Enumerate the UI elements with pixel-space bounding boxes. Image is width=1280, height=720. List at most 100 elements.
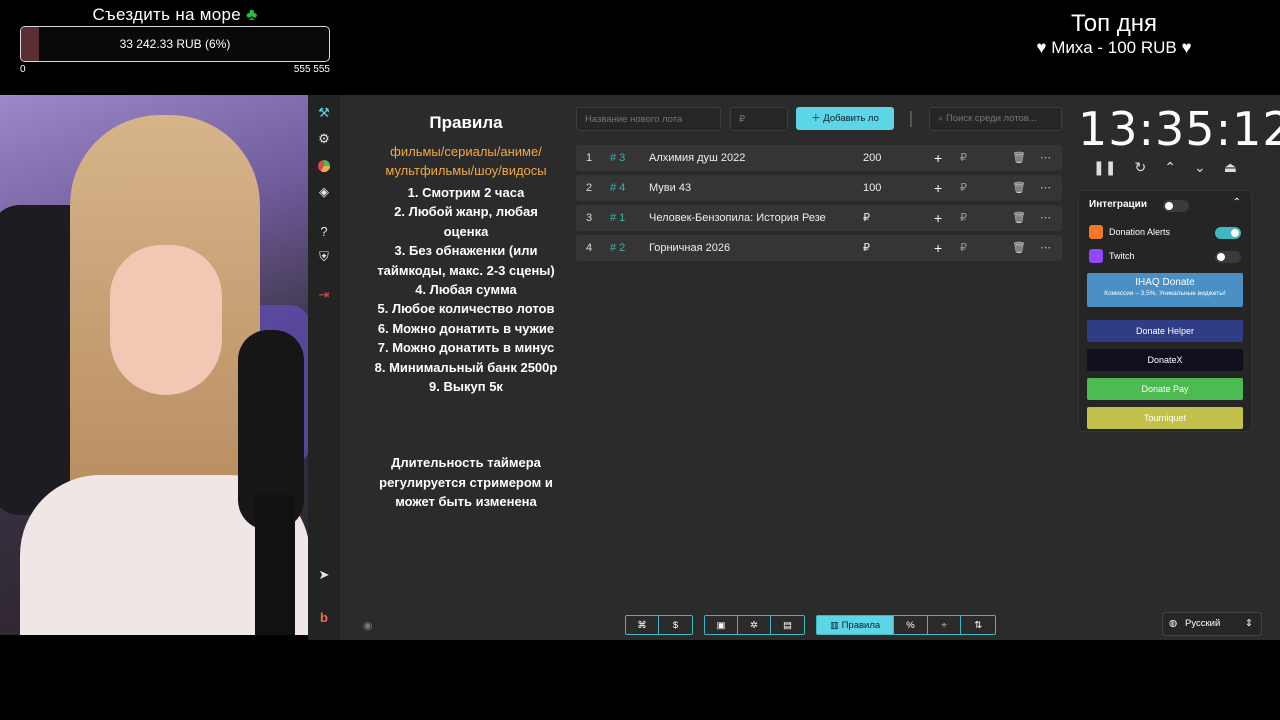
rules-tab[interactable]: ▥ Правила (817, 616, 895, 634)
shield-icon[interactable]: ⛨ (314, 247, 334, 267)
eject-icon[interactable]: ⏏ (1224, 159, 1237, 176)
lot-currency: ₽ (960, 182, 967, 194)
new-lot-input[interactable] (576, 107, 721, 131)
github-icon[interactable]: ⌘ (626, 616, 660, 634)
lot-name[interactable]: Алхимия душ 2022 (649, 145, 839, 171)
lot-name[interactable]: Горничная 2026 (649, 235, 839, 261)
rule-item: 9. Выкуп 5к (429, 379, 503, 395)
trash-icon[interactable]: 🗑 (1012, 205, 1026, 231)
integrations-toggle[interactable] (1163, 200, 1189, 212)
lot-amount[interactable]: ₽ (863, 205, 870, 231)
plus-icon[interactable]: + (934, 175, 942, 201)
stream-overlay: Съездить на море ♣ 33 242.33 RUB (6%) 0 … (0, 0, 1280, 720)
ihaq-donate-button[interactable]: IHAQ Donate Комиссия – 3,5%. Уникальные … (1087, 273, 1243, 307)
twitch-row: Twitch (1089, 249, 1135, 263)
lot-tag: # 1 (610, 212, 626, 224)
plus-icon[interactable]: + (934, 205, 942, 231)
document-icon[interactable]: ▤ (771, 616, 804, 634)
help-icon[interactable]: ? (314, 221, 334, 241)
ihaq-title: IHAQ Donate (1135, 277, 1195, 288)
lot-tag: # 4 (610, 182, 626, 194)
rules-note-line: регулируется стримером и (379, 474, 553, 490)
lot-row[interactable]: 2 # 4 Муви 43 100 ₽ + 🗑 ⋯ (576, 175, 1062, 201)
eye-icon[interactable]: ◉ (363, 619, 373, 632)
layers-icon[interactable]: ◈ (314, 182, 334, 202)
chevron-down-icon[interactable]: ⌄ (1194, 159, 1206, 176)
donation-alerts-row: Donation Alerts (1089, 225, 1170, 239)
rule-item: 6. Можно донатить в чужие (377, 320, 555, 336)
lot-amount-input[interactable] (730, 107, 788, 131)
boosty-icon[interactable]: b (314, 607, 334, 627)
lot-name[interactable]: Человек-Бензопила: История Резе (649, 205, 839, 231)
rules-categories-2: мультфильмы/шоу/видосы (385, 163, 547, 178)
tourniquet-button[interactable]: Tourniquet (1087, 407, 1243, 429)
rule-item: 1. Смотрим 2 часа (407, 185, 525, 200)
pie-chart-icon[interactable] (314, 156, 334, 176)
rule-item: таймкоды, макс. 2-3 сцены) (377, 262, 555, 278)
trash-icon[interactable]: 🗑 (1012, 145, 1026, 171)
goal-scale-min: 0 (20, 64, 26, 75)
add-lot-button[interactable]: ＋ Добавить ло (796, 107, 894, 130)
more-icon[interactable]: ⋯ (1040, 235, 1051, 261)
plus-icon[interactable]: + (934, 145, 942, 171)
globe-icon: ◍ (1169, 618, 1178, 629)
twitch-label: Twitch (1109, 251, 1135, 261)
reset-icon[interactable]: ↻ (1134, 159, 1146, 176)
rules-title: Правила (429, 113, 503, 132)
lot-currency: ₽ (960, 242, 967, 254)
more-icon[interactable]: ⋯ (1040, 205, 1051, 231)
sidebar: ⚒ ⚙ ◈ ? ⛨ ⇥ ➤ b (308, 95, 340, 640)
trash-icon[interactable]: 🗑 (1012, 175, 1026, 201)
language-label: Русский (1185, 618, 1221, 629)
lot-row[interactable]: 1 # 3 Алхимия душ 2022 200 ₽ + 🗑 ⋯ (576, 145, 1062, 171)
gear-icon[interactable]: ⚙ (314, 129, 334, 149)
divide-icon[interactable]: ÷ (928, 616, 962, 634)
pause-icon[interactable]: ❚❚ (1093, 159, 1116, 176)
goal-title: Съездить на море ♣ (20, 4, 330, 26)
donation-goal: Съездить на море ♣ 33 242.33 RUB (6%) 0 … (20, 4, 330, 75)
donate-helper-button[interactable]: Donate Helper (1087, 320, 1243, 342)
lot-number: 4 (586, 242, 593, 254)
trash-icon[interactable]: 🗑 (1012, 235, 1026, 261)
lot-amount[interactable]: ₽ (863, 235, 870, 261)
rules-note-line: Длительность таймера (391, 455, 541, 471)
heart-icon: ♥ (1181, 38, 1192, 57)
dollar-button[interactable]: $ (659, 616, 692, 634)
lot-amount[interactable]: 200 (863, 145, 881, 171)
timer-display: 13:35:12 (1078, 102, 1280, 156)
chevron-up-icon[interactable]: ⌃ (1233, 197, 1241, 208)
lot-number: 1 (586, 152, 593, 164)
percent-button[interactable]: % (894, 616, 928, 634)
rules-tab-icon: ▥ (829, 619, 842, 631)
integrations-panel: Интеграции ⌃ Donation Alerts Twitch IHAQ… (1078, 190, 1252, 432)
lot-row[interactable]: 3 # 1 Человек-Бензопила: История Резе ₽ ₽ + 🗑 ⋯ (576, 205, 1062, 231)
plus-icon[interactable]: + (934, 235, 942, 261)
donatex-button[interactable]: DonateX (1087, 349, 1243, 371)
chevron-up-icon[interactable]: ⌃ (1164, 159, 1176, 176)
clover-icon: ♣ (246, 5, 258, 24)
bug-icon[interactable]: ✲ (738, 616, 771, 634)
donation-alerts-toggle[interactable] (1215, 227, 1241, 239)
gavel-icon[interactable]: ⚒ (314, 103, 334, 123)
streamer-face (110, 245, 222, 395)
rules-categories-1: фильмы/сериалы/аниме/ (390, 144, 542, 159)
telegram-icon[interactable]: ➤ (314, 565, 334, 585)
search-field[interactable]: ⌕ Поиск среди лотов... (929, 107, 1062, 131)
lot-name[interactable]: Муви 43 (649, 175, 839, 201)
goal-amount: 33 242.33 RUB (6%) (119, 37, 231, 51)
lot-row[interactable]: 4 # 2 Горничная 2026 ₽ ₽ + 🗑 ⋯ (576, 235, 1062, 261)
rule-item: 7. Можно донатить в минус (377, 340, 555, 356)
heart-icon: ♥ (1036, 38, 1047, 57)
rule-item: 3. Без обнаженки (или (394, 243, 538, 259)
save-icon[interactable]: ▣ (705, 616, 738, 634)
lot-amount[interactable]: 100 (863, 175, 881, 201)
logout-icon[interactable]: ⇥ (314, 285, 334, 305)
twitch-toggle[interactable] (1215, 251, 1241, 263)
bottom-group-links: ⌘ $ (625, 615, 693, 635)
sort-icon[interactable]: ⇅ (961, 616, 995, 634)
more-icon[interactable]: ⋯ (1040, 175, 1051, 201)
language-select[interactable]: ◍ Русский ⇕ (1162, 612, 1262, 636)
lot-tag: # 3 (610, 152, 626, 164)
more-icon[interactable]: ⋯ (1040, 145, 1051, 171)
donate-pay-button[interactable]: Donate Pay (1087, 378, 1243, 400)
